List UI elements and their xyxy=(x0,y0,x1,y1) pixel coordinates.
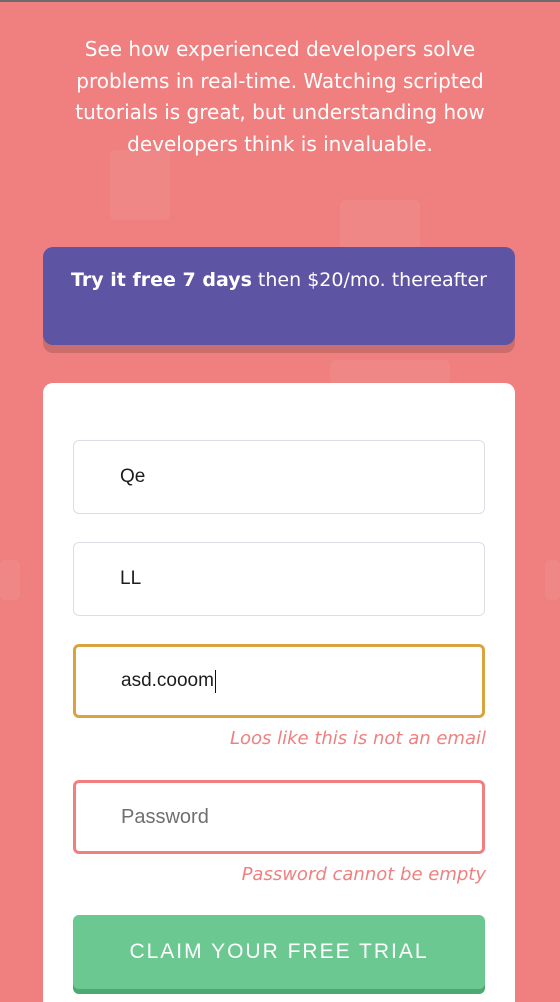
claim-trial-button[interactable]: CLAIM YOUR FREE TRIAL xyxy=(73,915,485,989)
offer-details: then $20/mo. thereafter xyxy=(251,269,487,291)
first-name-field[interactable]: Qe xyxy=(73,440,485,514)
password-placeholder: Password xyxy=(121,805,209,828)
signup-form: Qe LL asd.cooom Loos like this is not an… xyxy=(43,383,515,1002)
email-value: asd.cooom xyxy=(121,670,214,691)
top-edge xyxy=(0,0,560,2)
offer-banner: Try it free 7 days then $20/mo. thereaft… xyxy=(43,247,515,345)
password-field[interactable]: Password xyxy=(73,780,485,854)
intro-text: See how experienced developers solve pro… xyxy=(75,37,485,156)
last-name-field[interactable]: LL xyxy=(73,542,485,616)
email-field[interactable]: asd.cooom xyxy=(73,644,485,718)
email-error: Loos like this is not an email xyxy=(229,728,486,749)
text-caret xyxy=(214,669,217,693)
last-name-value: LL xyxy=(120,568,142,589)
password-error: Password cannot be empty xyxy=(241,864,486,885)
first-name-value: Qe xyxy=(120,466,146,487)
offer-highlight: Try it free 7 days xyxy=(71,269,252,291)
